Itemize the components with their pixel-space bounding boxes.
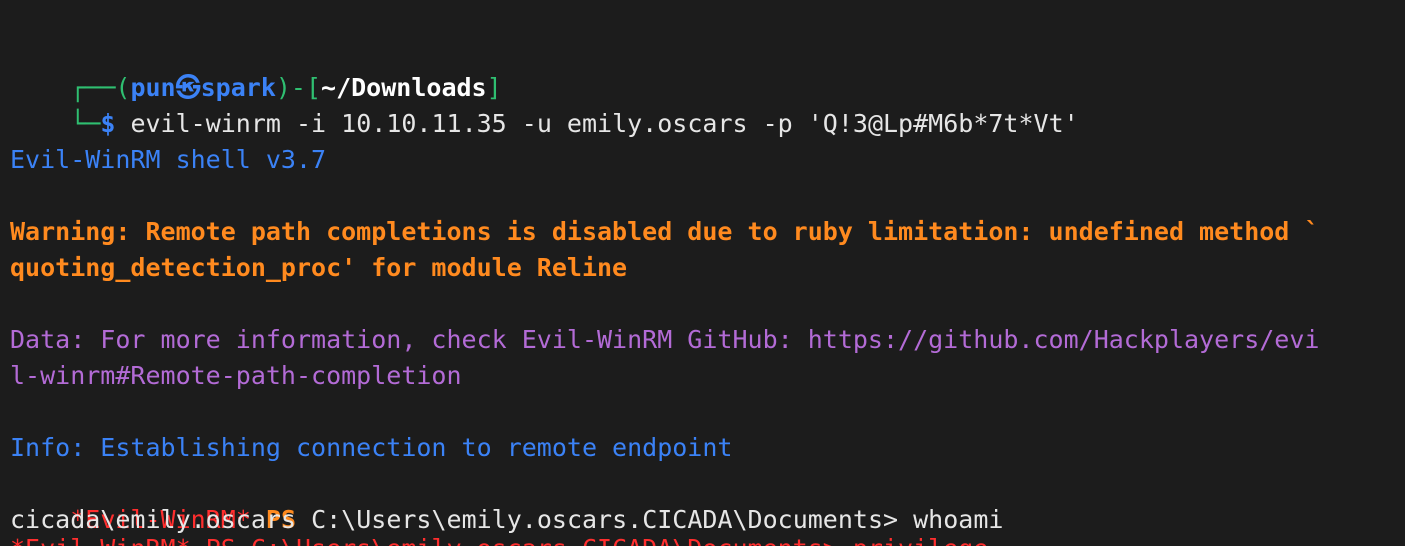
info-line: Info: Establishing connection to remote … — [10, 433, 733, 462]
terminal-window[interactable]: ┌──(pun㉿spark)-[~/Downloads] └─$ evil-wi… — [0, 0, 1405, 546]
command-text: evil-winrm -i 10.10.11.35 -u emily.oscar… — [115, 109, 1079, 138]
prompt-tree-bottom: └─ — [70, 109, 101, 138]
prompt-header-line: ┌──(pun㉿spark)-[~/Downloads] — [10, 34, 501, 102]
warning-line-1: Warning: Remote path completions is disa… — [10, 217, 1320, 246]
next-prompt-text: *Evil-WinRM* PS C:\Users\emily.oscars.CI… — [10, 531, 1110, 546]
ps-path-command: C:\Users\emily.oscars.CICADA\Documents> … — [296, 505, 1004, 534]
data-line-1: Data: For more information, check Evil-W… — [10, 325, 1320, 354]
command-line[interactable]: └─$ evil-winrm -i 10.10.11.35 -u emily.o… — [10, 70, 1078, 138]
prompt-dollar: $ — [100, 109, 116, 138]
banner-text: Evil-WinRM shell v3.7 — [10, 145, 327, 174]
next-prompt-partial: *Evil-WinRM* PS C:\Users\emily.oscars.CI… — [10, 531, 1110, 546]
warning-line-2: quoting_detection_proc' for module Relin… — [10, 253, 628, 282]
data-line-2: l-winrm#Remote-path-completion — [10, 361, 462, 390]
ps-prompt-line[interactable]: *Evil-WinRM* PS C:\Users\emily.oscars.CI… — [10, 466, 1003, 534]
